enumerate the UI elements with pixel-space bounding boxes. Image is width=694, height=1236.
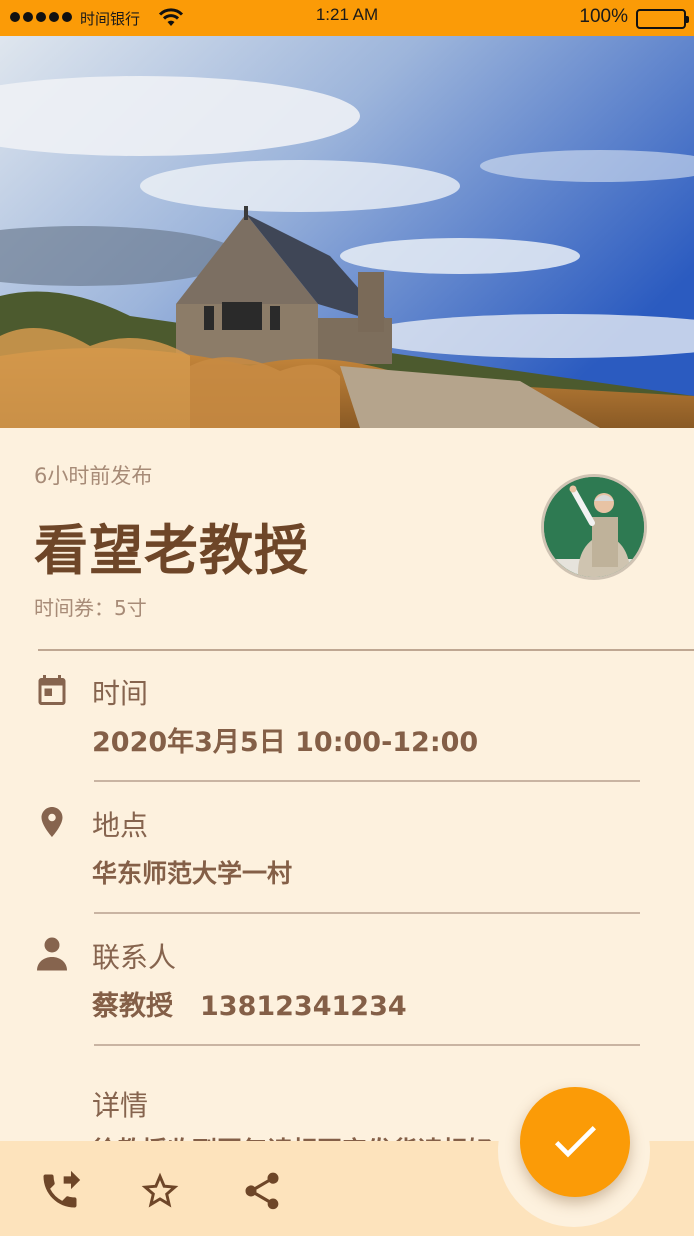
time-coupon: 时间券：5寸 <box>34 596 147 620</box>
details-label: 详情 <box>92 1089 149 1122</box>
battery-percentage: 100% <box>579 6 628 27</box>
calendar-icon <box>34 672 70 708</box>
person-icon <box>34 934 70 971</box>
location-label: 地点 <box>92 809 149 842</box>
location-pin-icon <box>34 804 70 840</box>
row-divider <box>94 912 640 914</box>
page-title: 看望老教授 <box>34 519 309 582</box>
check-icon <box>547 1113 603 1172</box>
star-icon[interactable] <box>138 1169 182 1213</box>
row-divider <box>94 1044 640 1046</box>
contact-value[interactable]: 蔡教授 13812341234 <box>92 984 407 1023</box>
hero-image <box>0 36 694 428</box>
posted-time: 6小时前发布 <box>34 464 153 488</box>
status-bar: 时间银行 1:21 AM 100% <box>0 0 694 36</box>
contact-label: 联系人 <box>92 941 177 974</box>
row-divider <box>94 780 640 782</box>
battery-icon <box>636 9 689 29</box>
section-divider <box>38 649 694 651</box>
time-label: 时间 <box>92 677 149 710</box>
time-value: 2020年3月5日 10:00-12:00 <box>92 727 479 758</box>
location-value: 华东师范大学一村 <box>92 859 293 888</box>
share-icon[interactable] <box>240 1169 284 1213</box>
avatar[interactable] <box>541 474 647 580</box>
phone-forward-icon[interactable] <box>38 1169 82 1213</box>
confirm-fab-button[interactable] <box>520 1087 630 1197</box>
